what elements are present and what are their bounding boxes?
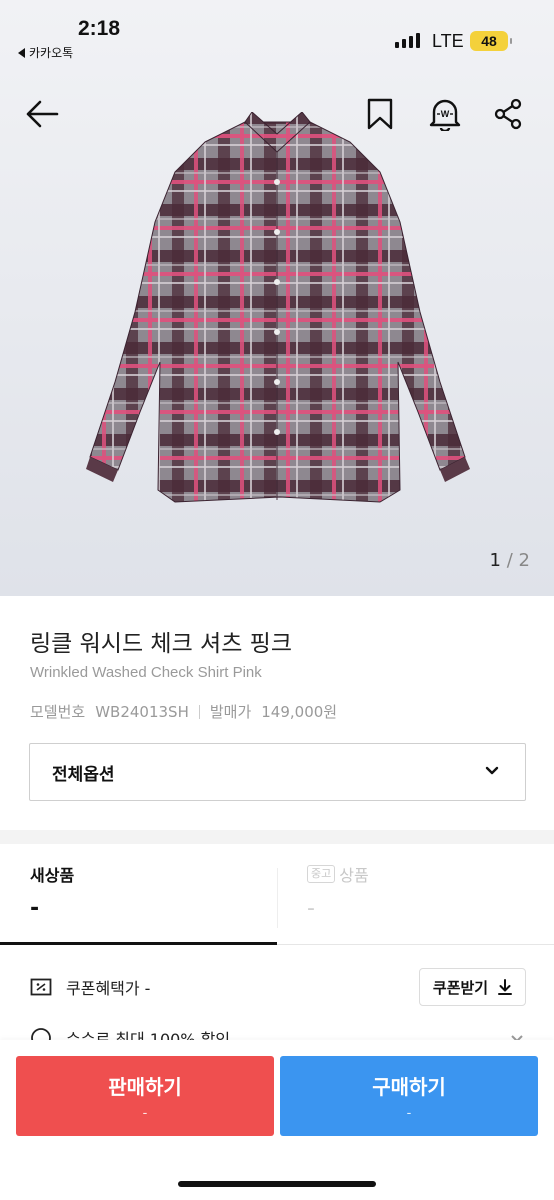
sell-button-label: 판매하기 xyxy=(108,1075,182,1099)
product-meta: 모델번호 WB24013SH 발매가 149,000원 xyxy=(30,701,337,722)
gallery-total: 2 xyxy=(518,550,530,571)
chevron-down-icon xyxy=(485,766,499,775)
arrow-left-icon xyxy=(26,100,59,128)
tab-used-product[interactable]: 중고 상품 - xyxy=(307,862,369,921)
back-button[interactable] xyxy=(22,94,62,134)
back-app-label: 카카오톡 xyxy=(29,46,74,60)
section-divider xyxy=(0,830,554,844)
back-to-app-link[interactable]: 카카오톡 xyxy=(18,44,73,61)
price-alarm-button[interactable]: W xyxy=(425,94,465,134)
meta-divider xyxy=(198,704,200,719)
tab-used-price: - xyxy=(307,896,315,921)
get-coupon-button[interactable]: 쿠폰받기 xyxy=(419,968,526,1006)
signal-icon xyxy=(395,33,420,48)
tab-new-label: 새상품 xyxy=(30,866,75,885)
bookmark-icon xyxy=(367,98,393,130)
tab-used-label: 상품 xyxy=(339,866,369,885)
svg-text:W: W xyxy=(441,109,450,119)
bookmark-button[interactable] xyxy=(360,94,400,134)
battery-icon: 48 xyxy=(470,31,512,51)
product-title: 링클 워시드 체크 셔츠 핑크 xyxy=(30,631,293,657)
get-coupon-label: 쿠폰받기 xyxy=(432,978,489,997)
back-triangle-icon xyxy=(18,47,25,58)
gallery-current: 1 xyxy=(489,550,501,571)
option-select[interactable]: 전체옵션 xyxy=(29,743,526,801)
product-image xyxy=(86,112,470,503)
status-bar: 2:18 카카오톡 LTE 48 xyxy=(0,0,554,70)
download-icon xyxy=(498,979,513,995)
coupon-label: 쿠폰혜택가 - xyxy=(66,979,151,998)
used-badge: 중고 xyxy=(307,865,336,883)
buy-button-label: 구매하기 xyxy=(372,1075,446,1099)
coupon-benefit-row: 쿠폰혜택가 - xyxy=(30,975,150,999)
network-label: LTE xyxy=(432,31,464,51)
model-number-value: WB24013SH xyxy=(95,702,189,721)
bottom-action-bar: 판매하기 - 구매하기 - xyxy=(0,1040,554,1200)
release-price-label: 발매가 xyxy=(209,703,252,721)
share-button[interactable] xyxy=(488,94,528,134)
release-price-value: 149,000원 xyxy=(261,703,338,721)
buy-button[interactable]: 구매하기 - xyxy=(280,1056,538,1136)
tab-new-product[interactable]: 새상품 - xyxy=(30,862,74,921)
gallery-page-counter: 1 / 2 xyxy=(490,550,530,571)
sell-button[interactable]: 판매하기 - xyxy=(16,1056,274,1136)
status-time: 2:18 xyxy=(78,17,121,40)
tab-active-indicator xyxy=(0,942,277,945)
sell-button-price: - xyxy=(142,1106,148,1121)
tab-new-price: - xyxy=(30,896,40,921)
product-title-en: Wrinkled Washed Check Shirt Pink xyxy=(30,664,262,681)
home-indicator[interactable] xyxy=(178,1181,376,1187)
bell-icon: W xyxy=(429,99,461,131)
share-icon xyxy=(494,98,522,130)
buy-button-price: - xyxy=(406,1106,412,1121)
tab-divider xyxy=(277,868,278,928)
gallery-separator: / xyxy=(506,550,513,571)
option-select-value: 전체옵션 xyxy=(52,764,115,785)
coupon-icon xyxy=(30,978,52,996)
product-image-gallery[interactable] xyxy=(0,0,554,596)
tab-used-label-wrap: 중고 상품 xyxy=(307,862,369,886)
model-number-label: 모델번호 xyxy=(30,703,86,721)
